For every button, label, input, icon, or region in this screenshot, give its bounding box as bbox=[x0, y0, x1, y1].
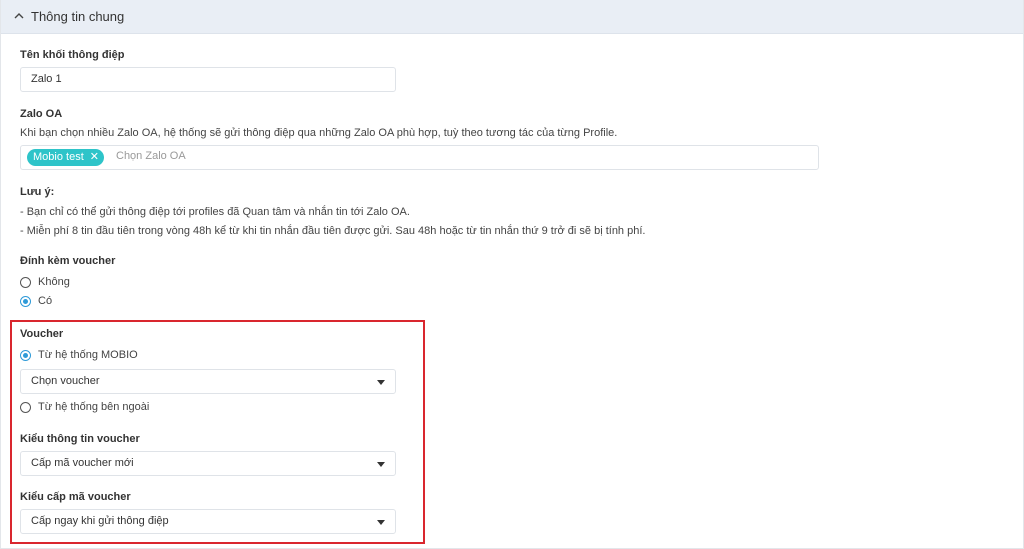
voucher-source-external-radio[interactable]: Từ hệ thống bên ngoài bbox=[20, 401, 149, 413]
note-line-2: - Miễn phí 8 tin đầu tiên trong vòng 48h… bbox=[20, 225, 646, 237]
zalo-oa-select[interactable]: Mobio test ✕ Chọn Zalo OA bbox=[20, 145, 819, 170]
voucher-code-type-label: Kiểu cấp mã voucher bbox=[20, 491, 131, 503]
general-info-panel: Thông tin chung Tên khối thông điệp Zalo… bbox=[0, 0, 1024, 549]
attach-voucher-yes-radio[interactable]: Có bbox=[20, 295, 52, 307]
note-line-1: - Bạn chỉ có thể gửi thông điệp tới prof… bbox=[20, 206, 410, 218]
attach-voucher-no-radio[interactable]: Không bbox=[20, 276, 70, 288]
chevron-up-icon[interactable] bbox=[13, 10, 25, 22]
section-title: Thông tin chung bbox=[31, 9, 125, 24]
message-block-input[interactable]: Zalo 1 bbox=[20, 67, 396, 92]
caret-down-icon bbox=[377, 520, 385, 525]
voucher-select-value: Chọn voucher bbox=[31, 375, 100, 387]
zalo-oa-placeholder: Chọn Zalo OA bbox=[116, 150, 186, 162]
remove-tag-icon[interactable]: ✕ bbox=[90, 149, 99, 166]
voucher-code-type-value: Cấp ngay khi gửi thông điệp bbox=[31, 515, 169, 527]
caret-down-icon bbox=[377, 380, 385, 385]
voucher-info-type-value: Cấp mã voucher mới bbox=[31, 457, 134, 469]
note-label: Lưu ý: bbox=[20, 186, 55, 198]
zalo-oa-label: Zalo OA bbox=[20, 108, 63, 120]
zalo-oa-description: Khi bạn chọn nhiều Zalo OA, hệ thống sẽ … bbox=[20, 127, 618, 139]
caret-down-icon bbox=[377, 462, 385, 467]
message-block-label: Tên khối thông điệp bbox=[20, 49, 125, 61]
voucher-info-type-select[interactable]: Cấp mã voucher mới bbox=[20, 451, 396, 476]
attach-voucher-label: Đính kèm voucher bbox=[20, 255, 116, 267]
radio-circle[interactable] bbox=[20, 401, 31, 413]
voucher-info-type-label: Kiểu thông tin voucher bbox=[20, 433, 140, 445]
voucher-code-type-select[interactable]: Cấp ngay khi gửi thông điệp bbox=[20, 509, 396, 534]
zalo-oa-tag: Mobio test ✕ bbox=[27, 149, 104, 166]
radio-label: Có bbox=[38, 295, 53, 307]
radio-circle[interactable] bbox=[20, 276, 31, 288]
radio-circle-selected[interactable] bbox=[20, 295, 31, 307]
radio-circle-selected[interactable] bbox=[20, 349, 31, 361]
voucher-source-mobio-radio[interactable]: Từ hệ thống MOBIO bbox=[20, 349, 138, 361]
radio-label: Không bbox=[38, 276, 70, 288]
radio-label: Từ hệ thống MOBIO bbox=[38, 349, 138, 361]
voucher-label: Voucher bbox=[20, 328, 64, 340]
radio-label: Từ hệ thống bên ngoài bbox=[38, 401, 150, 413]
voucher-select[interactable]: Chọn voucher bbox=[20, 369, 396, 394]
section-header[interactable]: Thông tin chung bbox=[1, 0, 1023, 34]
zalo-oa-tag-label: Mobio test bbox=[33, 151, 84, 163]
